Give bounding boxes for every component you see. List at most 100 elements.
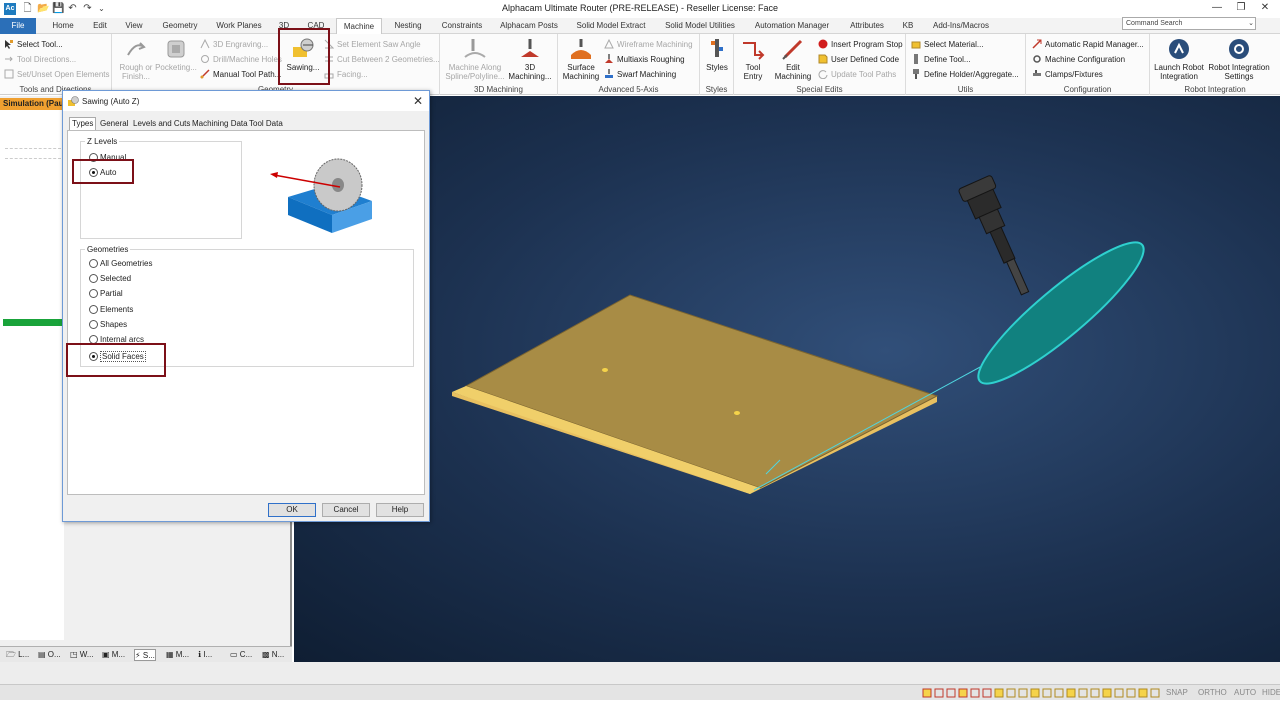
view-icon[interactable] — [1042, 688, 1052, 698]
select-material-button[interactable]: Select Material... — [911, 39, 984, 49]
grid-icon[interactable] — [946, 688, 956, 698]
maximize-button[interactable]: ❐ — [1229, 1, 1253, 15]
view-icon[interactable] — [1018, 688, 1028, 698]
tab-alphacam-posts[interactable]: Alphacam Posts — [496, 18, 562, 34]
radio-all-geometries[interactable]: All Geometries — [89, 259, 152, 268]
radio-selected[interactable]: Selected — [89, 274, 131, 283]
pocketing-button[interactable]: Pocketing... — [154, 37, 198, 72]
cancel-button[interactable]: Cancel — [322, 503, 370, 517]
view-icon[interactable] — [1030, 688, 1040, 698]
grid-icon[interactable] — [934, 688, 944, 698]
panel-tab-workplanes[interactable]: ◳ W... — [70, 649, 94, 661]
machine-configuration-button[interactable]: Machine Configuration — [1032, 54, 1125, 64]
radio-elements[interactable]: Elements — [89, 305, 133, 314]
command-search-input[interactable]: Command Search — [1122, 17, 1256, 30]
tab-automation-manager[interactable]: Automation Manager — [748, 18, 836, 34]
view-icon[interactable] — [1126, 688, 1136, 698]
tab-kb[interactable]: KB — [898, 18, 918, 34]
tab-work-planes[interactable]: Work Planes — [210, 18, 268, 34]
view-icon[interactable] — [1102, 688, 1112, 698]
automatic-rapid-manager-button[interactable]: Automatic Rapid Manager... — [1032, 39, 1144, 49]
tab-nesting[interactable]: Nesting — [388, 18, 428, 34]
tab-geometry[interactable]: Geometry — [155, 18, 205, 34]
panel-tab-materials[interactable]: ▦ M... — [166, 649, 189, 661]
tab-file[interactable]: File — [0, 18, 36, 34]
view-icon[interactable] — [1090, 688, 1100, 698]
chevron-down-icon[interactable]: ⌄ — [1246, 17, 1256, 30]
styles-button[interactable]: Styles — [703, 37, 731, 72]
tab-tool-data[interactable]: Tool Data — [247, 118, 285, 130]
axis-icon[interactable] — [982, 688, 992, 698]
ortho-toggle[interactable]: ORTHO — [1198, 688, 1227, 697]
radio-shapes[interactable]: Shapes — [89, 320, 127, 329]
panel-tab-clamps[interactable]: ▭ C... — [230, 649, 252, 661]
tab-levels-and-cuts[interactable]: Levels and Cuts — [131, 118, 192, 130]
user-defined-code-button[interactable]: User Defined Code — [818, 54, 899, 64]
update-tool-paths-button[interactable]: Update Tool Paths — [818, 69, 896, 79]
drill-holes-button[interactable]: Drill/Machine Holes — [200, 54, 282, 64]
axis-icon[interactable] — [970, 688, 980, 698]
machine-along-spline-button[interactable]: Machine Along Spline/Polyline... — [444, 37, 506, 81]
dialog-title-bar[interactable]: Sawing (Auto Z) ✕ — [63, 91, 429, 111]
tab-add-ins-macros[interactable]: Add-Ins/Macros — [926, 18, 996, 34]
3d-viewport[interactable] — [294, 96, 1280, 662]
tab-types[interactable]: Types — [69, 117, 97, 130]
clamps-fixtures-button[interactable]: Clamps/Fixtures — [1032, 69, 1103, 79]
radio-partial[interactable]: Partial — [89, 289, 123, 298]
view-icon[interactable] — [994, 688, 1004, 698]
view-icon[interactable] — [1078, 688, 1088, 698]
help-button[interactable]: Help — [376, 503, 424, 517]
tab-solid-model-extract[interactable]: Solid Model Extract — [570, 18, 652, 34]
tool-entry-button[interactable]: Tool Entry — [736, 37, 770, 81]
ok-button[interactable]: OK — [268, 503, 316, 517]
panel-tab-sawing[interactable]: ⚡ S... — [134, 649, 156, 661]
3d-engraving-button[interactable]: 3D Engraving... — [200, 39, 268, 49]
surface-machining-button[interactable]: Surface Machining — [562, 37, 600, 81]
panel-tab-operations[interactable]: ▤ O... — [38, 649, 61, 661]
hide-toggle[interactable]: HIDE — [1262, 688, 1280, 697]
minimize-button[interactable]: — — [1205, 1, 1229, 15]
auto-toggle[interactable]: AUTO — [1234, 688, 1256, 697]
tab-solid-model-utilities[interactable]: Solid Model Utilities — [658, 18, 742, 34]
tool-directions-button[interactable]: Tool Directions... — [4, 54, 76, 64]
close-window-button[interactable]: ✕ — [1253, 1, 1277, 15]
cut-between-button[interactable]: Cut Between 2 Geometries... — [324, 54, 440, 64]
snap-toggle[interactable]: SNAP — [1166, 688, 1188, 697]
facing-button[interactable]: Facing... — [324, 69, 368, 79]
view-icon[interactable] — [1054, 688, 1064, 698]
tab-machining-data[interactable]: Machining Data — [190, 118, 250, 130]
tab-edit[interactable]: Edit — [86, 18, 114, 34]
tab-view[interactable]: View — [120, 18, 148, 34]
view-icon[interactable] — [1006, 688, 1016, 698]
panel-tab-info[interactable]: ℹ I... — [198, 649, 212, 661]
axis-icon[interactable] — [958, 688, 968, 698]
panel-tab-nesting[interactable]: ▩ N... — [262, 649, 284, 661]
set-unset-open-button[interactable]: Set/Unset Open Elements — [4, 69, 110, 79]
tab-machine[interactable]: Machine — [336, 18, 382, 35]
view-icon[interactable] — [1114, 688, 1124, 698]
view-icon[interactable] — [1138, 688, 1148, 698]
swarf-machining-button[interactable]: Swarf Machining — [604, 69, 676, 79]
tab-attributes[interactable]: Attributes — [842, 18, 892, 34]
panel-tab-machining[interactable]: ▣ M... — [102, 649, 125, 661]
define-tool-button[interactable]: Define Tool... — [911, 54, 971, 64]
manual-tool-path-button[interactable]: Manual Tool Path... — [200, 69, 281, 79]
rough-finish-button[interactable]: Rough or Finish... — [116, 37, 156, 81]
multiaxis-roughing-button[interactable]: Multiaxis Roughing — [604, 54, 685, 64]
wireframe-machining-button[interactable]: Wireframe Machining — [604, 39, 693, 49]
robot-integration-settings-button[interactable]: Robot Integration Settings — [1206, 37, 1272, 81]
view-icon[interactable] — [1066, 688, 1076, 698]
grid-icon[interactable] — [922, 688, 932, 698]
tab-constraints[interactable]: Constraints — [436, 18, 488, 34]
view-icon[interactable] — [1150, 688, 1160, 698]
tab-home[interactable]: Home — [44, 18, 82, 34]
launch-robot-integration-button[interactable]: Launch Robot Integration — [1152, 37, 1206, 81]
define-holder-button[interactable]: Define Holder/Aggregate... — [911, 69, 1019, 79]
select-tool-button[interactable]: Select Tool... — [4, 39, 63, 49]
panel-tab-layers[interactable]: 🗁 L... — [6, 649, 29, 661]
tab-general[interactable]: General — [98, 118, 130, 130]
set-saw-angle-button[interactable]: Set Element Saw Angle — [324, 39, 421, 49]
edit-machining-button[interactable]: Edit Machining — [770, 37, 816, 81]
insert-program-stop-button[interactable]: Insert Program Stop — [818, 39, 903, 49]
3d-machining-button[interactable]: 3D Machining... — [506, 37, 554, 81]
